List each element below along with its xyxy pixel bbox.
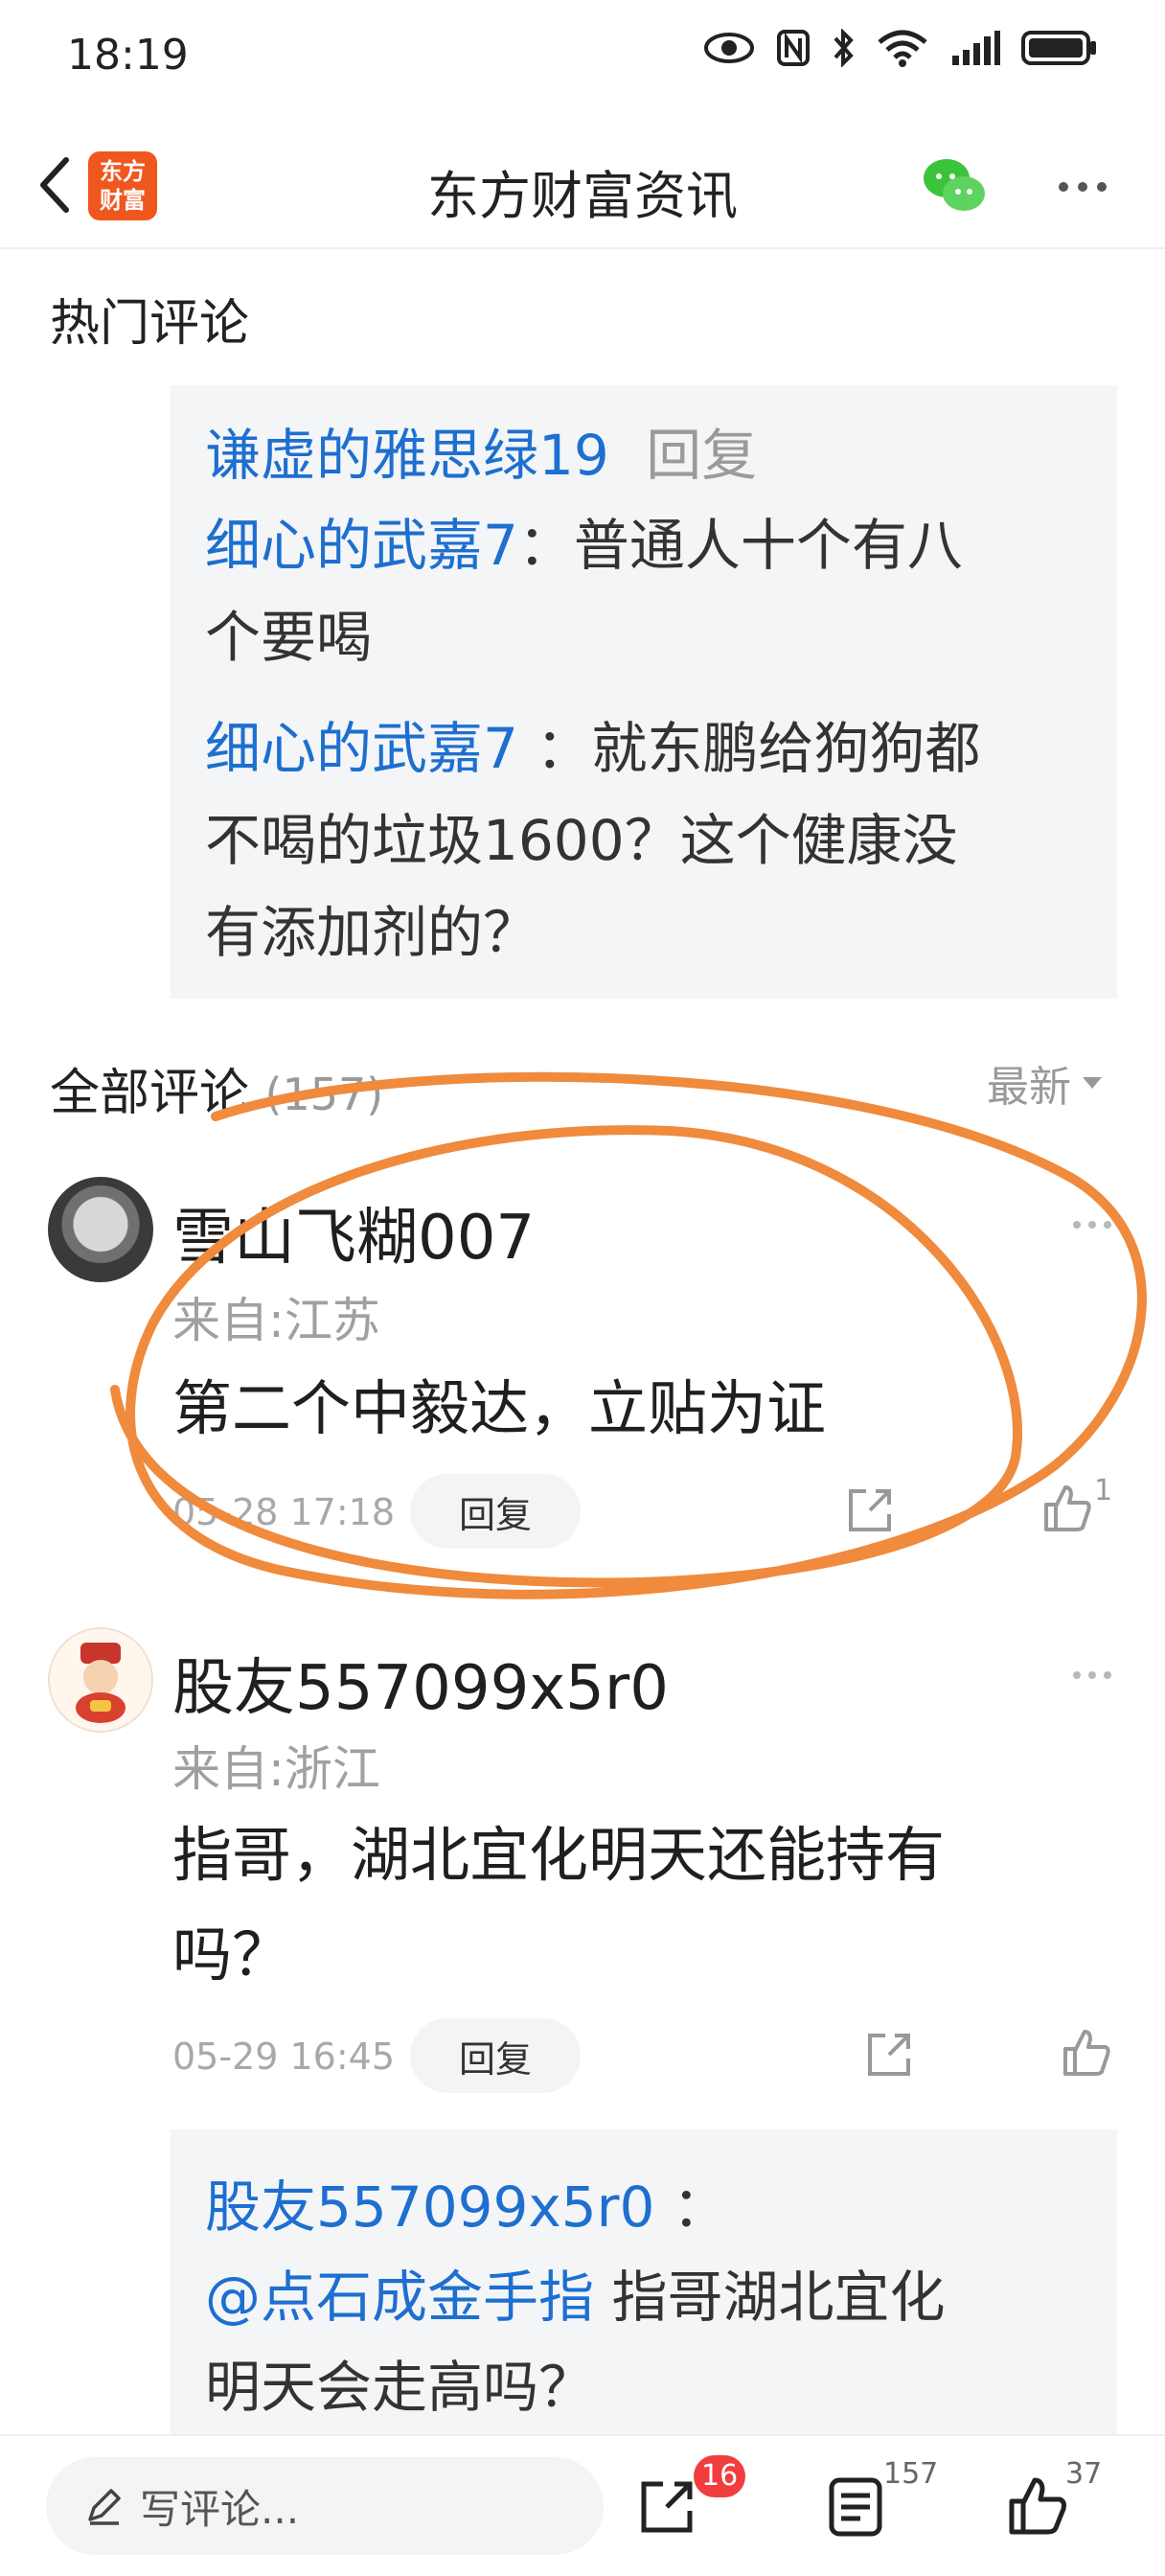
hot-reply-action[interactable]: 回复 bbox=[646, 423, 757, 488]
comment-input[interactable]: 写评论... bbox=[46, 2457, 604, 2555]
comment-author-name[interactable]: 雪山飞糊007 bbox=[172, 1188, 535, 1276]
comment-count: 157 bbox=[883, 2457, 939, 2491]
share-icon bbox=[849, 1489, 891, 1531]
signal-icon bbox=[952, 31, 1000, 65]
sort-label: 最新 bbox=[987, 1063, 1071, 1112]
hot-comment-user-link[interactable]: 细心的武嘉7 bbox=[205, 513, 518, 578]
pencil-icon bbox=[88, 2489, 121, 2525]
hot-reply-user-link[interactable]: 谦虚的雅思绿19 bbox=[205, 423, 609, 488]
sub-reply-line: 股友557099x5r0 ： bbox=[205, 2174, 728, 2240]
nfc-icon bbox=[777, 30, 810, 66]
comment-text: 指哥，湖北宜化明天还能持有 bbox=[172, 1820, 946, 1890]
hot-comment-user-link[interactable]: 细心的武嘉7 bbox=[205, 716, 518, 781]
reply-button[interactable]: 回复 bbox=[410, 1474, 581, 1549]
dropdown-triangle-icon bbox=[1083, 1077, 1102, 1089]
share-icon bbox=[641, 2481, 693, 2533]
like-button[interactable] bbox=[1039, 1480, 1096, 1537]
share-button[interactable] bbox=[841, 1482, 899, 1539]
comment-more-button[interactable] bbox=[1063, 1215, 1121, 1234]
sub-reply-line: 明天会走高吗？ bbox=[205, 2355, 595, 2420]
like-count: 37 bbox=[1065, 2457, 1103, 2491]
comment-author-name[interactable]: 股友557099x5r0 bbox=[172, 1639, 669, 1727]
thumbs-up-icon bbox=[1009, 2477, 1066, 2535]
status-time: 18:19 bbox=[67, 31, 189, 80]
battery-icon bbox=[1021, 31, 1096, 65]
mention-link[interactable]: @点石成金手指 bbox=[205, 2265, 594, 2330]
like-count: 1 bbox=[1094, 1474, 1113, 1507]
share-icon bbox=[868, 2034, 910, 2076]
comment-list-icon bbox=[829, 2477, 882, 2537]
hot-reply-header: 谦虚的雅思绿19 回复 bbox=[205, 408, 1086, 502]
comment-text: 第二个中毅达，立贴为证 bbox=[172, 1373, 827, 1443]
avatar-caishen-icon bbox=[76, 1643, 126, 1723]
comment-time: 05-29 16:45 bbox=[172, 2036, 396, 2078]
bluetooth-icon bbox=[834, 29, 854, 67]
eye-icon bbox=[704, 33, 754, 63]
nav-bar: 东方 财富 东方财富资讯 bbox=[0, 125, 1165, 249]
avatar[interactable] bbox=[48, 1177, 153, 1282]
share-button[interactable] bbox=[634, 2472, 701, 2540]
comment-text: 吗？ bbox=[172, 1920, 292, 1990]
hot-comment-text: 普通人十个有八 bbox=[573, 513, 963, 578]
thumbs-up-icon bbox=[1063, 2030, 1110, 2076]
hot-comment-text: 就东鹏给狗狗都 bbox=[591, 716, 981, 781]
sort-dropdown[interactable]: 最新 bbox=[987, 1052, 1102, 1114]
sub-reply-user-link[interactable]: 股友557099x5r0 bbox=[205, 2174, 654, 2240]
comment-location: 来自:江苏 bbox=[172, 1293, 380, 1348]
sub-reply-line: @点石成金手指 指哥湖北宜化 bbox=[205, 2265, 946, 2330]
comment-more-button[interactable] bbox=[1063, 1666, 1121, 1685]
page-title: 东方财富资讯 bbox=[427, 166, 738, 226]
wechat-icon bbox=[924, 159, 985, 211]
wifi-icon bbox=[878, 30, 927, 67]
avatar[interactable] bbox=[48, 1627, 153, 1733]
all-comments-count: (157) bbox=[264, 1069, 384, 1120]
hot-comments-title: 热门评论 bbox=[50, 295, 250, 353]
comment-time: 05-28 17:18 bbox=[172, 1491, 396, 1533]
share-button[interactable] bbox=[860, 2026, 918, 2083]
all-comments-title: 全部评论 (157) bbox=[50, 1065, 384, 1122]
comment-location: 来自:浙江 bbox=[172, 1741, 380, 1797]
hot-comment-line: 细心的武嘉7 ：就东鹏给狗狗都 bbox=[205, 716, 981, 781]
thumbs-up-icon bbox=[1044, 1485, 1091, 1531]
bottom-bar: 写评论... 16 157 37 bbox=[0, 2434, 1165, 2576]
comments-button[interactable] bbox=[822, 2472, 889, 2540]
like-button[interactable] bbox=[1058, 2024, 1115, 2082]
hot-comment-line: 细心的武嘉7：普通人十个有八 bbox=[205, 513, 963, 578]
reply-button[interactable]: 回复 bbox=[410, 2018, 581, 2093]
hot-comment-line: 不喝的垃圾1600？这个健康没 bbox=[205, 808, 958, 873]
wechat-share-button[interactable] bbox=[920, 151, 989, 220]
status-icons bbox=[703, 29, 1098, 67]
hot-comment-line: 有添加剂的？ bbox=[205, 900, 539, 965]
hot-comment-line: 个要喝 bbox=[205, 605, 373, 670]
more-options-button[interactable] bbox=[1044, 158, 1121, 216]
share-count-badge: 16 bbox=[694, 2455, 746, 2497]
comment-input-placeholder: 写评论... bbox=[140, 2485, 300, 2533]
like-article-button[interactable] bbox=[1004, 2472, 1071, 2540]
